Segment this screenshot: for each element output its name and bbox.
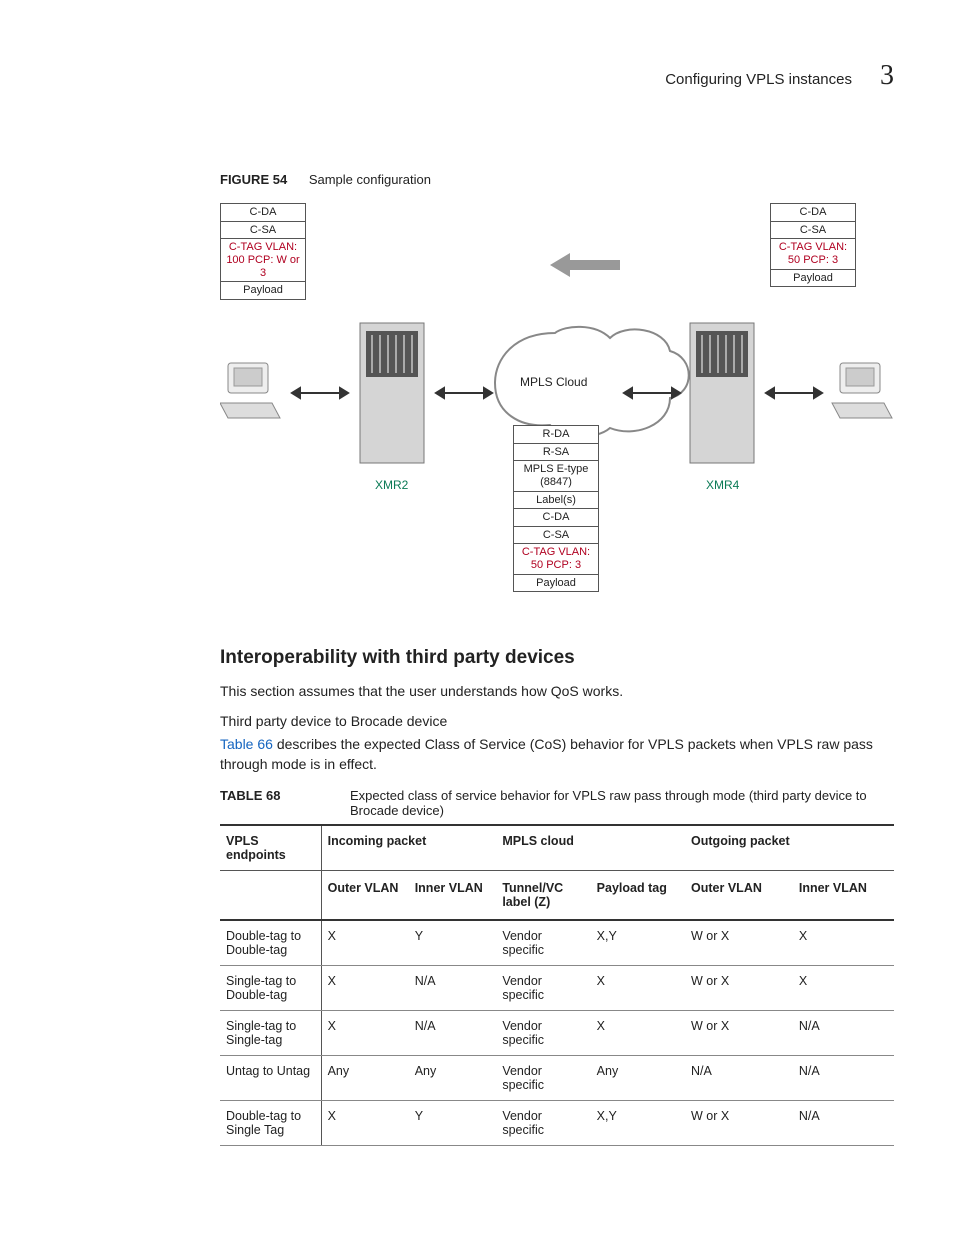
pkt-cell: R-DA xyxy=(513,425,599,444)
pkt-cell-ctag: C-TAG VLAN: 100 PCP: W or 3 xyxy=(220,239,306,282)
table-cell: Any xyxy=(321,1056,409,1101)
section-p3-rest: describes the expected Class of Service … xyxy=(220,736,873,772)
pkt-cell-ctag: C-TAG VLAN: 50 PCP: 3 xyxy=(770,239,856,269)
th-inner-out: Inner VLAN xyxy=(793,871,894,921)
table-cell: N/A xyxy=(793,1101,894,1146)
th-outer-out: Outer VLAN xyxy=(685,871,793,921)
table-cell: Vendor specific xyxy=(496,1056,590,1101)
th-payload: Payload tag xyxy=(591,871,685,921)
table-label: TABLE 68 xyxy=(220,788,350,818)
pkt-cell: R-SA xyxy=(513,444,599,462)
table-row: Single-tag to Single-tagXN/AVendor speci… xyxy=(220,1011,894,1056)
figure-label: FIGURE 54 xyxy=(220,172,287,187)
section-p3: Table 66 describes the expected Class of… xyxy=(220,734,894,775)
table-cell: X xyxy=(793,920,894,966)
table-cell: W or X xyxy=(685,1011,793,1056)
table-cell: N/A xyxy=(685,1056,793,1101)
table-cell: X xyxy=(591,966,685,1011)
section-p2: Third party device to Brocade device xyxy=(220,711,894,731)
left-packet-stack: C-DA C-SA C-TAG VLAN: 100 PCP: W or 3 Pa… xyxy=(220,203,306,300)
table-cell: Double-tag to Single Tag xyxy=(220,1101,321,1146)
pkt-cell-ctag: C-TAG VLAN: 50 PCP: 3 xyxy=(513,544,599,574)
table-cell: Untag to Untag xyxy=(220,1056,321,1101)
table-cell: X xyxy=(321,966,409,1011)
table-row: Untag to UntagAnyAnyVendor specificAnyN/… xyxy=(220,1056,894,1101)
page-header: Configuring VPLS instances 3 xyxy=(220,60,894,92)
th-outer-in: Outer VLAN xyxy=(321,871,409,921)
table-cell: Y xyxy=(409,920,497,966)
pkt-cell: Payload xyxy=(220,282,306,300)
pkt-cell: Payload xyxy=(513,575,599,593)
table-cell: N/A xyxy=(793,1056,894,1101)
section-p1: This section assumes that the user under… xyxy=(220,681,894,701)
header-title: Configuring VPLS instances xyxy=(665,71,852,88)
table-caption: TABLE 68 Expected class of service behav… xyxy=(220,788,894,818)
figure-diagram: C-DA C-SA C-TAG VLAN: 100 PCP: W or 3 Pa… xyxy=(220,203,894,623)
table-cell: Y xyxy=(409,1101,497,1146)
pkt-cell: Payload xyxy=(770,270,856,288)
table-cell: X xyxy=(793,966,894,1011)
table-cell: Any xyxy=(409,1056,497,1101)
table-cell: N/A xyxy=(409,966,497,1011)
table-row: Double-tag to Single TagXYVendor specifi… xyxy=(220,1101,894,1146)
center-packet-stack: R-DA R-SA MPLS E-type (8847) Label(s) C-… xyxy=(513,425,599,592)
table-row: Single-tag to Double-tagXN/AVendor speci… xyxy=(220,966,894,1011)
th-outgoing: Outgoing packet xyxy=(685,825,894,871)
table-cell: W or X xyxy=(685,920,793,966)
table-cell: Vendor specific xyxy=(496,920,590,966)
chapter-number: 3 xyxy=(880,60,894,92)
pkt-cell: MPLS E-type (8847) xyxy=(513,461,599,491)
th-incoming: Incoming packet xyxy=(321,825,496,871)
section-heading: Interoperability with third party device… xyxy=(220,647,894,669)
th-mplscloud: MPLS cloud xyxy=(496,825,685,871)
th-inner-in: Inner VLAN xyxy=(409,871,497,921)
pkt-cell: C-DA xyxy=(220,203,306,222)
table-cell: Double-tag to Double-tag xyxy=(220,920,321,966)
pkt-cell: C-SA xyxy=(513,527,599,545)
table-cell: N/A xyxy=(409,1011,497,1056)
th-blank xyxy=(220,871,321,921)
pkt-cell: C-SA xyxy=(220,222,306,240)
table-ref-link[interactable]: Table 66 xyxy=(220,736,273,752)
table-cell: Vendor specific xyxy=(496,1101,590,1146)
th-tunnel: Tunnel/VC label (Z) xyxy=(496,871,590,921)
pkt-cell: C-DA xyxy=(770,203,856,222)
cloud-label: MPLS Cloud xyxy=(520,375,587,389)
table-row: Double-tag to Double-tagXYVendor specifi… xyxy=(220,920,894,966)
th-endpoints: VPLS endpoints xyxy=(220,825,321,871)
table-cell: X,Y xyxy=(591,920,685,966)
pkt-cell: C-SA xyxy=(770,222,856,240)
table-title: Expected class of service behavior for V… xyxy=(350,788,894,818)
cos-table-body: Double-tag to Double-tagXYVendor specifi… xyxy=(220,920,894,1146)
table-cell: W or X xyxy=(685,1101,793,1146)
table-cell: Vendor specific xyxy=(496,966,590,1011)
figure-caption: FIGURE 54 Sample configuration xyxy=(220,172,894,187)
table-cell: X,Y xyxy=(591,1101,685,1146)
table-cell: N/A xyxy=(793,1011,894,1056)
table-cell: X xyxy=(321,1011,409,1056)
table-cell: Any xyxy=(591,1056,685,1101)
pkt-cell: C-DA xyxy=(513,509,599,527)
pkt-cell: Label(s) xyxy=(513,492,599,510)
table-cell: X xyxy=(321,1101,409,1146)
figure-title: Sample configuration xyxy=(309,172,431,187)
table-cell: X xyxy=(321,920,409,966)
left-device-label: XMR2 xyxy=(375,478,408,492)
right-device-label: XMR4 xyxy=(706,478,739,492)
table-cell: Single-tag to Double-tag xyxy=(220,966,321,1011)
table-cell: X xyxy=(591,1011,685,1056)
table-cell: Single-tag to Single-tag xyxy=(220,1011,321,1056)
cos-table: VPLS endpoints Incoming packet MPLS clou… xyxy=(220,824,894,1146)
table-cell: W or X xyxy=(685,966,793,1011)
right-packet-stack: C-DA C-SA C-TAG VLAN: 50 PCP: 3 Payload xyxy=(770,203,856,287)
table-cell: Vendor specific xyxy=(496,1011,590,1056)
